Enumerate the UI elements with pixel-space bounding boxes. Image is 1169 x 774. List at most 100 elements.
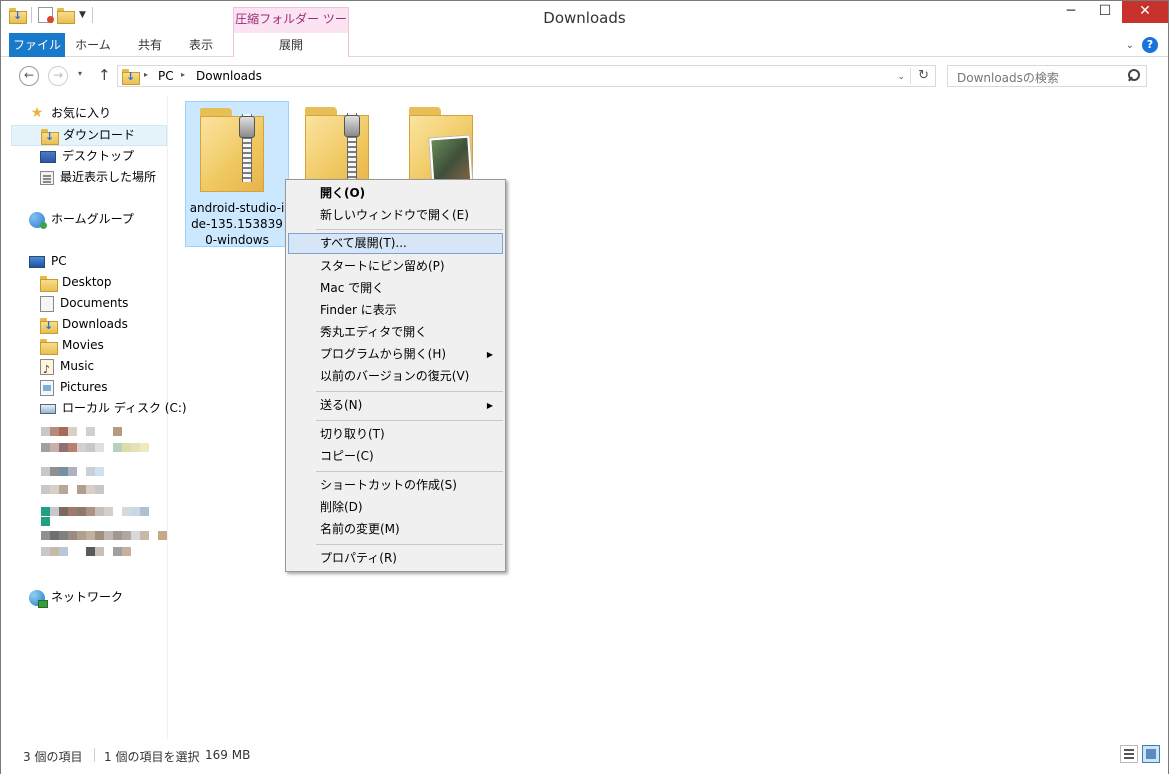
- menu-item-rename[interactable]: 名前の変更(M): [288, 519, 503, 540]
- menu-item-open-in-mac[interactable]: Mac で開く: [288, 278, 503, 299]
- nav-item-recent-places[interactable]: 最近表示した場所: [40, 167, 156, 188]
- redacted-nav-item[interactable]: [41, 517, 149, 526]
- nav-homegroup[interactable]: ホームグループ: [29, 209, 134, 230]
- redacted-nav-item[interactable]: [41, 443, 149, 452]
- address-bar[interactable]: ↓ ▸ PC ▸ Downloads ⌄ ↻: [117, 65, 936, 87]
- details-view-button[interactable]: [1120, 745, 1138, 763]
- nav-item-desktop-favorite[interactable]: デスクトップ: [40, 146, 134, 167]
- folder-icon: [40, 338, 58, 355]
- menu-item-cut[interactable]: 切り取り(T): [288, 424, 503, 445]
- forward-button[interactable]: →: [48, 66, 68, 86]
- breadcrumb-downloads[interactable]: Downloads: [196, 69, 262, 83]
- qat-separator: [91, 7, 93, 23]
- network-icon: [29, 589, 48, 608]
- breadcrumb-pc[interactable]: PC: [158, 69, 174, 83]
- nav-label: Downloads: [62, 317, 128, 331]
- menu-item-pin-to-start[interactable]: スタートにピン留め(P): [288, 256, 503, 277]
- menu-item-open[interactable]: 開く(O): [288, 183, 503, 204]
- tab-file[interactable]: ファイル: [9, 33, 65, 57]
- menu-item-show-in-finder[interactable]: Finder に表示: [288, 300, 503, 321]
- nav-item-downloads-favorite[interactable]: ↓ ダウンロード: [11, 125, 167, 146]
- breadcrumb-separator[interactable]: ▸: [144, 70, 148, 79]
- redacted-nav-item[interactable]: [41, 485, 113, 494]
- maximize-button[interactable]: ☐: [1088, 1, 1122, 23]
- nav-favorites[interactable]: ★ お気に入り: [29, 103, 111, 124]
- qat-separator: [31, 7, 32, 23]
- menu-item-extract-all[interactable]: すべて展開(T)...: [288, 233, 503, 254]
- explorer-window: ↓ ▼ 圧縮フォルダー ツール Downloads ─ ☐ ✕ ファイル ホーム…: [0, 0, 1169, 774]
- breadcrumb-separator[interactable]: ▸: [181, 70, 185, 79]
- tab-share[interactable]: 共有: [121, 33, 179, 57]
- menu-item-label: プログラムから開く(H): [320, 347, 447, 361]
- menu-item-create-shortcut[interactable]: ショートカットの作成(S): [288, 475, 503, 496]
- nav-item-pictures[interactable]: Pictures: [40, 377, 108, 398]
- music-icon: [40, 358, 54, 380]
- menu-separator: [316, 420, 503, 421]
- nav-item-movies[interactable]: Movies: [40, 335, 104, 356]
- redacted-nav-item[interactable]: [41, 507, 149, 516]
- selection-size: 169 MB: [205, 748, 251, 762]
- search-placeholder: Downloadsの検索: [957, 71, 1059, 85]
- redacted-nav-item[interactable]: [41, 547, 131, 556]
- navigation-bar: ← → ▾ ↑ ↓ ▸ PC ▸ Downloads ⌄ ↻ Downloads…: [1, 57, 1168, 95]
- star-icon: ★: [30, 105, 44, 121]
- tab-home[interactable]: ホーム: [65, 33, 121, 57]
- nav-item-music[interactable]: Music: [40, 356, 95, 380]
- nav-item-local-disk[interactable]: ローカル ディスク (C:): [40, 398, 187, 419]
- new-folder-icon[interactable]: [57, 8, 75, 24]
- menu-item-copy[interactable]: コピー(C): [288, 446, 503, 467]
- menu-item-properties[interactable]: プロパティ(R): [288, 548, 503, 569]
- menu-item-label: 送る(N): [320, 398, 363, 412]
- nav-item-desktop[interactable]: Desktop: [40, 272, 112, 293]
- menu-separator: [316, 391, 503, 392]
- back-button[interactable]: ←: [19, 66, 39, 86]
- search-input[interactable]: Downloadsの検索: [947, 65, 1147, 87]
- menu-item-delete[interactable]: 削除(D): [288, 497, 503, 518]
- address-dropdown-icon[interactable]: ⌄: [897, 72, 905, 82]
- file-item[interactable]: android-studio-ide-135.1538390-windows: [185, 101, 289, 247]
- help-icon[interactable]: ?: [1142, 37, 1158, 53]
- up-button[interactable]: ↑: [98, 66, 111, 84]
- minimize-button[interactable]: ─: [1054, 1, 1088, 23]
- nav-label: Music: [60, 359, 95, 373]
- tab-extract[interactable]: 展開: [233, 33, 349, 57]
- nav-item-downloads[interactable]: ↓ Downloads: [40, 314, 128, 335]
- expand-ribbon-icon[interactable]: ⌄: [1126, 40, 1134, 51]
- refresh-button[interactable]: ↻: [918, 68, 929, 83]
- redacted-nav-item[interactable]: [41, 467, 104, 476]
- menu-item-open-with[interactable]: プログラムから開く(H) ▶: [288, 344, 503, 365]
- nav-label: 最近表示した場所: [60, 170, 157, 184]
- nav-label: PC: [51, 254, 67, 268]
- nav-pc[interactable]: PC: [29, 251, 67, 272]
- nav-label: ネットワーク: [51, 590, 124, 604]
- menu-item-open-new-window[interactable]: 新しいウィンドウで開く(E): [288, 205, 503, 226]
- search-icon[interactable]: [1128, 69, 1140, 81]
- redacted-nav-item[interactable]: [41, 427, 122, 436]
- nav-network[interactable]: ネットワーク: [29, 587, 123, 608]
- nav-item-documents[interactable]: Documents: [40, 293, 128, 314]
- pc-icon: [29, 255, 45, 268]
- drive-icon: [40, 403, 56, 414]
- close-button[interactable]: ✕: [1122, 1, 1168, 23]
- pictures-icon: [40, 379, 54, 396]
- documents-icon: [40, 295, 54, 312]
- recent-locations-dropdown[interactable]: ▾: [78, 69, 82, 78]
- large-icons-view-button[interactable]: [1142, 745, 1160, 763]
- context-tab-group-label: 圧縮フォルダー ツール: [233, 7, 349, 48]
- qat-dropdown-icon[interactable]: ▼: [79, 10, 86, 20]
- folder-downloads-icon: ↓: [9, 8, 27, 24]
- menu-item-open-hidemaru[interactable]: 秀丸エディタで開く: [288, 322, 503, 343]
- file-name: android-studio-ide-135.1538390-windows: [189, 201, 285, 247]
- menu-separator: [316, 544, 503, 545]
- tab-view[interactable]: 表示: [179, 33, 223, 57]
- menu-separator: [316, 471, 503, 472]
- menu-item-restore-versions[interactable]: 以前のバージョンの復元(V): [288, 366, 503, 387]
- submenu-arrow-icon: ▶: [486, 350, 493, 359]
- menu-item-send-to[interactable]: 送る(N) ▶: [288, 395, 503, 416]
- homegroup-icon: [29, 211, 47, 229]
- properties-icon[interactable]: [38, 7, 54, 23]
- redacted-nav-item[interactable]: [41, 531, 167, 540]
- status-divider: [94, 748, 95, 762]
- status-bar: 3 個の項目 1 個の項目を選択 169 MB: [1, 740, 1168, 774]
- view-buttons: [1120, 745, 1160, 763]
